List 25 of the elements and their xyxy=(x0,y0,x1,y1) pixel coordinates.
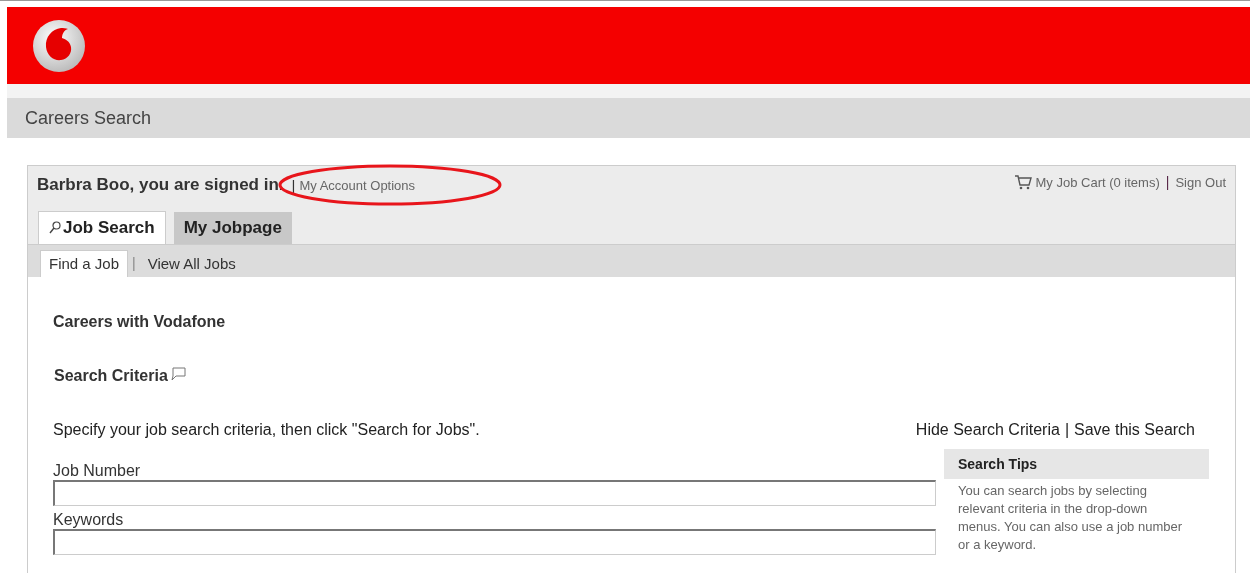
cart-icon xyxy=(1013,174,1032,190)
save-search-link[interactable]: Save this Search xyxy=(1074,421,1195,439)
input-field[interactable] xyxy=(53,529,936,555)
page-title: Careers Search xyxy=(25,107,152,129)
separator: | xyxy=(1064,421,1070,439)
field-label: Keywords xyxy=(53,510,125,529)
heading: Careers with Vodafone xyxy=(53,313,227,331)
separator: | xyxy=(1165,174,1170,190)
tips-text: You can search jobs by selecting relevant criteria in the drop-down menus. You can also use a job number or a keyword. xyxy=(957,482,1184,554)
tab[interactable]: Job Search xyxy=(38,211,166,244)
subtab[interactable]: View All Jobs xyxy=(139,251,244,277)
section-title: Search Criteria xyxy=(53,367,168,385)
account-options-link[interactable]: My Account Options xyxy=(299,177,416,193)
tips-title: Search Tips xyxy=(944,449,1209,479)
instruction-text: Specify your job search criteria, then click "Search for Jobs". xyxy=(53,421,480,439)
hide-criteria-link[interactable]: Hide Search Criteria xyxy=(915,421,1060,439)
tab[interactable]: My Jobpage xyxy=(173,212,292,244)
job-cart-link[interactable]: My Job Cart (0 items) xyxy=(1035,174,1160,190)
field-label: Job Number xyxy=(53,461,142,480)
speech-bubble-icon xyxy=(169,367,186,381)
subtab[interactable]: Find a Job xyxy=(40,250,129,277)
separator: | xyxy=(132,255,136,273)
input-field[interactable] xyxy=(53,480,936,506)
logo-icon xyxy=(32,18,86,73)
sign-out-link[interactable]: Sign Out xyxy=(1175,174,1226,190)
